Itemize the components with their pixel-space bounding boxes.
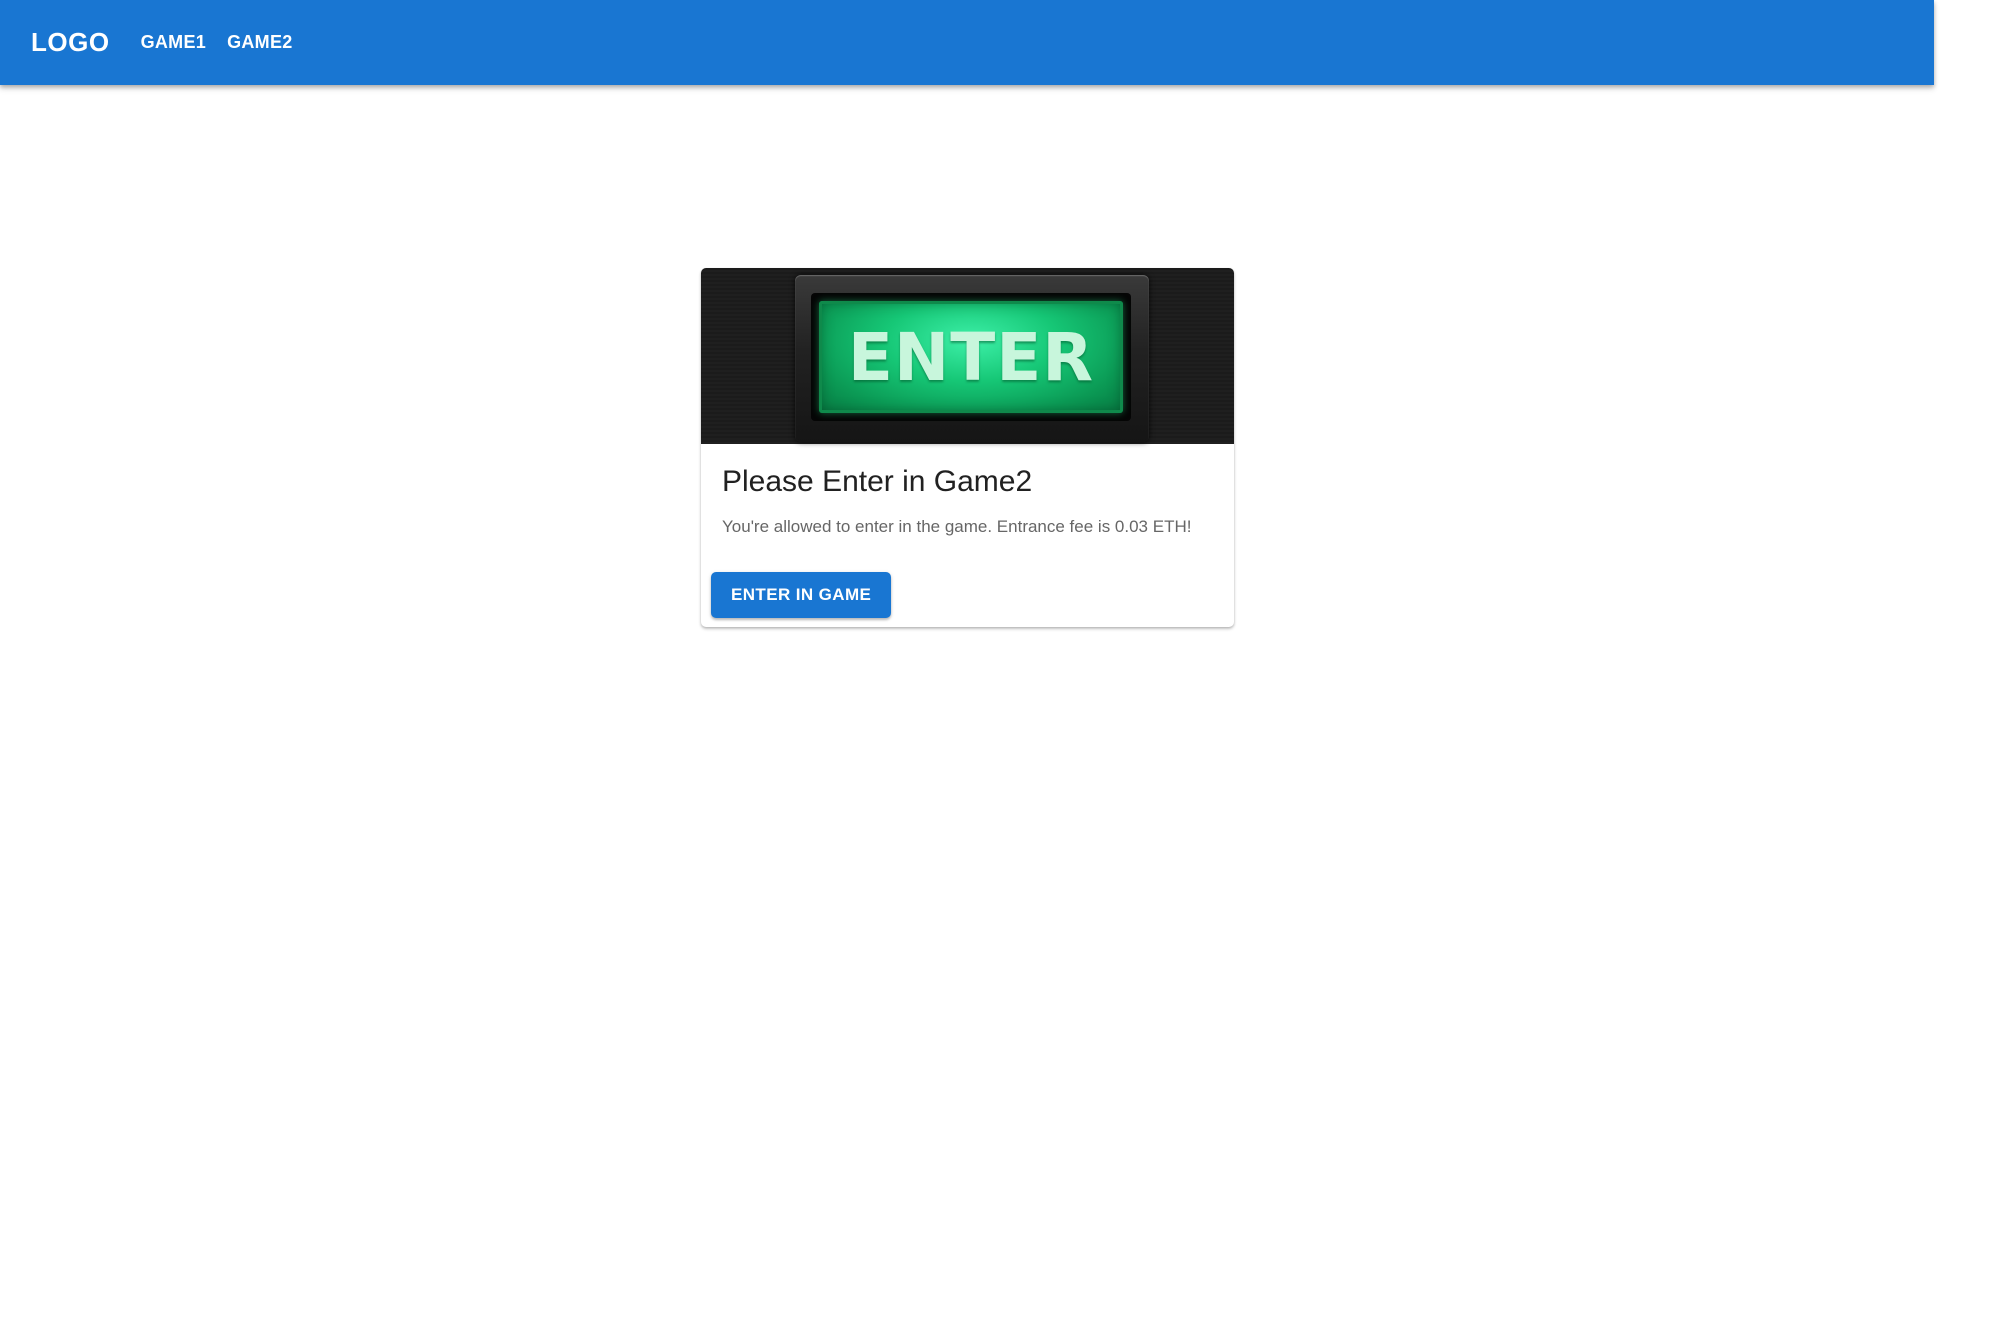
logo[interactable]: LOGO xyxy=(31,27,110,58)
game-entry-card: ENTER Please Enter in Game2 You're allow… xyxy=(701,268,1234,627)
enter-button-image-label: ENTER xyxy=(847,318,1095,396)
nav-link-game2[interactable]: GAME2 xyxy=(227,32,293,53)
enter-in-game-button[interactable]: ENTER IN GAME xyxy=(711,572,892,618)
card-title: Please Enter in Game2 xyxy=(722,465,1033,498)
enter-button-image-face: ENTER xyxy=(819,301,1123,413)
card-description: You're allowed to enter in the game. Ent… xyxy=(722,517,1192,536)
nav-link-game1[interactable]: GAME1 xyxy=(141,32,207,53)
enter-button-image-frame: ENTER xyxy=(811,293,1131,421)
app-bar: LOGO GAME1 GAME2 xyxy=(0,0,1934,85)
card-actions: ENTER IN GAME xyxy=(711,572,892,618)
card-content: Please Enter in Game2 You're allowed to … xyxy=(701,444,1234,539)
enter-button-image-bezel: ENTER xyxy=(795,275,1149,442)
card-media-image: ENTER xyxy=(701,268,1234,444)
